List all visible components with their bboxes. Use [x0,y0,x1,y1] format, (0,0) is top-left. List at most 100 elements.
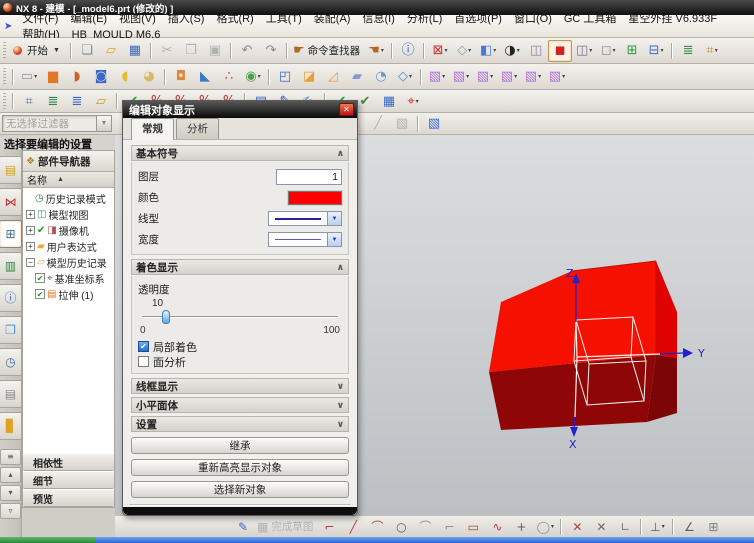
layer-category-icon[interactable]: ≣ [41,90,65,112]
solid-body-icon[interactable]: ▧ [422,113,446,135]
sync-detail-feature-icon[interactable]: ▧▾ [545,66,569,88]
studio-spline-icon[interactable]: ∿ [485,516,509,538]
more-sketch-tools-icon[interactable]: ⊞ [701,516,725,538]
group-header-shaded-display[interactable]: 着色显示 [131,259,349,275]
history-icon[interactable]: ◷ [0,348,22,376]
rotate-view-icon[interactable]: ◇▾ [452,40,476,62]
constraint-navigator-icon[interactable]: ⋈ [0,188,22,216]
touch-mode-icon[interactable]: ☚▾ [364,40,388,62]
empty-view-icon[interactable]: ◻▾ [596,40,620,62]
tree-item[interactable]: ◷历史记录模式 [23,190,114,206]
sync-offset-region-icon[interactable]: ▧▾ [473,66,497,88]
section-dependencies[interactable]: 相依性 [23,453,114,471]
collapse-icon[interactable]: − [26,258,35,267]
sync-resize-blend-icon[interactable]: ▧▾ [521,66,545,88]
finish-sketch-icon[interactable]: ✎ [231,516,255,538]
thicken-icon[interactable]: ◔ [369,66,393,88]
sheet-operation-icon[interactable]: ▱ [89,90,113,112]
width-dropdown[interactable]: ▼ [268,232,342,247]
menu-item[interactable]: 装配(A) [308,11,357,27]
tab-analysis[interactable]: 分析 [176,118,219,139]
tab-general[interactable]: 常规 [131,118,174,140]
undo-icon[interactable]: ↶ [235,40,259,62]
facet-view-icon[interactable]: ◫▾ [572,40,596,62]
wireframe-view-icon[interactable]: ◫ [524,40,548,62]
assembly-navigator-icon[interactable]: ▤ [0,156,22,184]
render-style-icon[interactable]: ◑▾ [500,40,524,62]
point-icon[interactable]: + [509,516,533,538]
start-button[interactable]: 开始 ▼ [9,39,67,63]
section-preview[interactable]: 预览 [23,489,114,507]
partial-shade-checkbox[interactable] [138,341,149,352]
corner-arc-icon[interactable]: ⌐ [437,516,461,538]
toolbar-grip[interactable] [3,42,6,60]
expand-icon[interactable]: + [26,242,35,251]
system-materials-icon[interactable]: ▤ [0,380,22,408]
profile-icon[interactable]: ⌐ [317,516,341,538]
palette-icon[interactable]: ▊ [0,412,22,440]
reuse-library-icon[interactable]: ▥ [0,252,22,280]
sync-pull-face-icon[interactable]: ▧▾ [449,66,473,88]
command-finder-icon[interactable]: ☛命令查找器 [291,40,364,62]
hd3d-tool-icon[interactable]: ⓘ [0,284,22,312]
shell-icon[interactable]: ◰ [273,66,297,88]
menu-item[interactable]: 星空外挂 V6.933F [622,11,723,27]
layer-visible-icon[interactable]: ≣ [65,90,89,112]
revolve-icon[interactable]: ◗ [65,66,89,88]
linetype-dropdown[interactable]: ▼ [268,211,342,226]
toolbar-grip[interactable] [3,68,6,86]
tree-checkbox[interactable]: ✔ [35,289,45,299]
tree-item[interactable]: +▰用户表达式 [23,238,114,254]
menu-item[interactable]: 首选项(P) [448,11,508,27]
info-window-icon[interactable]: ⓘ [396,40,420,62]
menu-item[interactable]: 编辑(E) [64,11,113,27]
scroll-up-button[interactable]: ▴ [0,467,21,483]
expand-icon[interactable]: + [26,210,35,219]
rectangle-icon[interactable]: ▭ [461,516,485,538]
quick-extend-icon[interactable]: ✕ [589,516,613,538]
orient-view-icon[interactable]: ⊞ [620,40,644,62]
extrude-icon[interactable]: ▆ [41,66,65,88]
trim-body-icon[interactable]: ◪ [297,66,321,88]
make-corner-icon[interactable]: ∟ [613,516,637,538]
tree-item[interactable]: ✔▤拉伸 (1) [23,286,114,302]
group-wireframe-display[interactable]: 线框显示 [131,378,349,394]
group-facet-body[interactable]: 小平面体 [131,397,349,413]
slider-track[interactable] [142,316,338,318]
scroll-down-button[interactable]: ▾ [0,485,21,501]
menu-item[interactable]: 分析(L) [401,11,448,27]
info-table-icon[interactable]: ▦ [377,90,401,112]
menu-item[interactable]: 工具(T) [260,11,308,27]
group-header-basic-symbols[interactable]: 基本符号 [131,145,349,161]
menu-item[interactable]: 窗口(O) [508,11,558,27]
redo-icon[interactable]: ↷ [259,40,283,62]
constraints-icon[interactable]: ⊥▾ [645,516,669,538]
new-file-icon[interactable]: ❏ [75,40,99,62]
rehighlight-objects-button[interactable]: 重新高亮显示对象 [131,459,349,476]
inherit-button[interactable]: 继承 [131,437,349,454]
section-details[interactable]: 细节 [23,471,114,489]
tree-checkbox[interactable]: ✔ [35,273,45,283]
open-icon[interactable]: ▱ [99,40,123,62]
menu-item[interactable]: 信息(I) [356,11,400,27]
draft-icon[interactable]: ◿ [321,66,345,88]
tree-item[interactable]: −▱模型历史记录 [23,254,114,270]
dialog-title-bar[interactable]: 编辑对象显示 [123,101,357,118]
menu-item[interactable]: 文件(F) [16,11,64,27]
datum-csys-icon[interactable]: ⌗ [17,90,41,112]
menu-item[interactable]: GC 工具箱 [558,11,623,27]
transparency-slider[interactable] [142,310,338,324]
menu-item[interactable]: 格式(R) [210,11,259,27]
menu-item[interactable]: 视图(V) [113,11,162,27]
slider-thumb[interactable] [162,310,170,324]
width-dropdown-arrow-icon[interactable]: ▼ [327,233,341,246]
web-browser-icon[interactable]: ❐ [0,316,22,344]
quick-trim-icon[interactable]: ✕ [565,516,589,538]
unite-icon[interactable]: ◉▾ [241,66,265,88]
layer-settings-icon[interactable]: ≣ [676,40,700,62]
chamfer-icon[interactable]: ◕ [137,66,161,88]
tree-item[interactable]: +✔◨摄像机 [23,222,114,238]
shaded-view-icon[interactable]: ◧▾ [476,40,500,62]
datum-plane-icon[interactable]: ◇▾ [393,66,417,88]
scroll-bottom-button[interactable]: ▿ [0,503,21,519]
